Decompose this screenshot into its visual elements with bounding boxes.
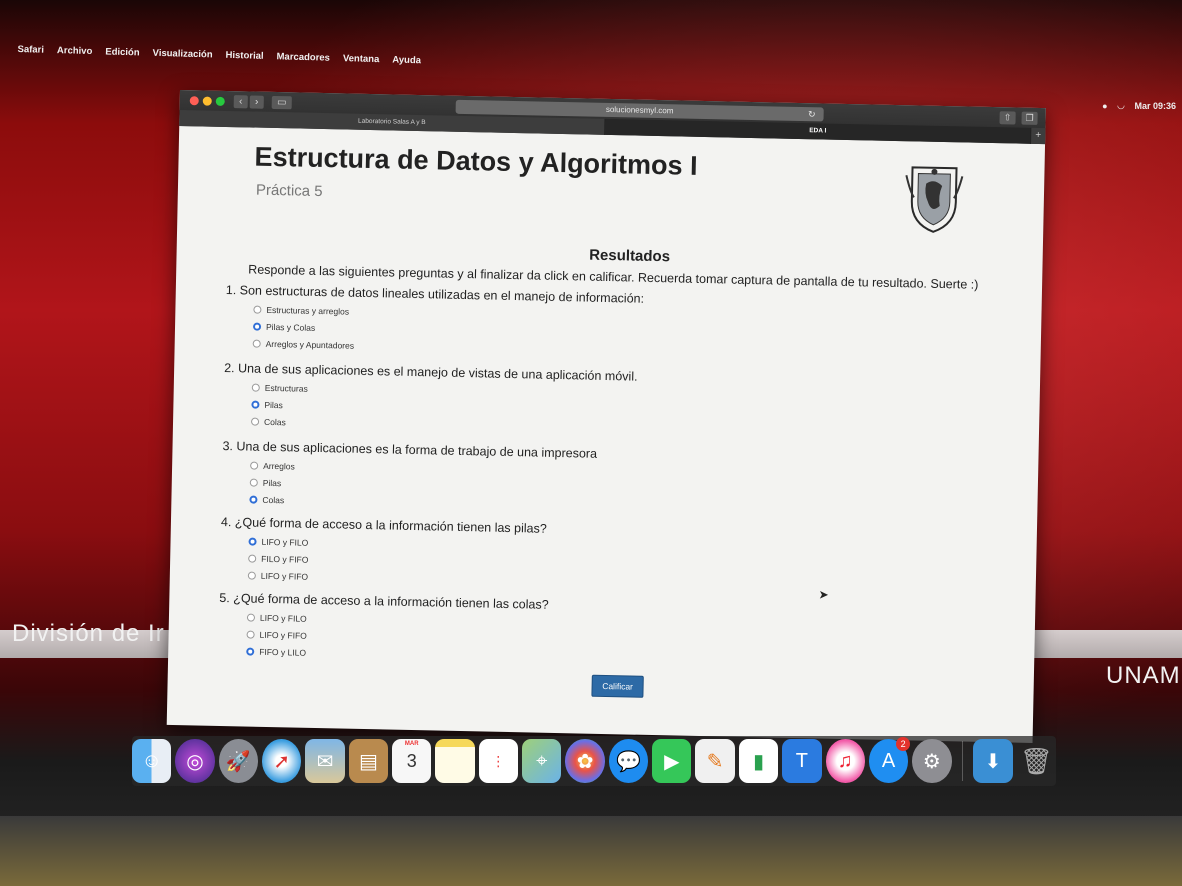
close-window-button[interactable] bbox=[189, 96, 199, 106]
new-tab-button[interactable]: + bbox=[1031, 127, 1046, 145]
option-label: LIFO y FIFO bbox=[260, 570, 309, 582]
option-label: Colas bbox=[263, 416, 286, 427]
radio-button-checked[interactable] bbox=[251, 400, 260, 409]
finder-icon[interactable]: ☺ bbox=[132, 739, 172, 783]
reload-icon[interactable]: ↻ bbox=[808, 107, 816, 121]
notes-icon[interactable] bbox=[435, 739, 475, 783]
contacts-icon[interactable]: ▤ bbox=[348, 739, 389, 783]
numbers-icon[interactable]: ▮ bbox=[738, 739, 779, 783]
option-label: Arreglos bbox=[263, 460, 295, 471]
photos-icon[interactable]: ✿ bbox=[565, 739, 605, 783]
menu-ventana[interactable]: Ventana bbox=[343, 53, 380, 65]
option-label: Pilas y Colas bbox=[265, 321, 316, 333]
option-label: LIFO y FIFO bbox=[259, 629, 307, 641]
share-button[interactable]: ⇧ bbox=[999, 111, 1016, 125]
maps-icon[interactable]: ⌖ bbox=[522, 739, 562, 783]
option-label: Estructuras y arreglos bbox=[266, 304, 350, 317]
reminders-icon[interactable]: ⋮ bbox=[478, 739, 519, 783]
wifi-icon[interactable]: ◡ bbox=[1118, 100, 1125, 111]
siri-icon[interactable]: ◎ bbox=[175, 739, 215, 783]
notification-badge: 2 bbox=[896, 737, 911, 751]
back-button[interactable]: ‹ bbox=[233, 95, 248, 109]
radio-button[interactable] bbox=[251, 383, 260, 392]
url-text: solucionesmyl.com bbox=[605, 104, 674, 116]
question-2: 2. Una de sus aplicaciones es el manejo … bbox=[223, 361, 638, 438]
minimize-window-button[interactable] bbox=[202, 96, 212, 106]
radio-button[interactable] bbox=[247, 571, 256, 580]
option-label: Pilas bbox=[262, 477, 282, 488]
calendar-icon[interactable]: MAR 3 bbox=[392, 739, 432, 783]
facetime-icon[interactable]: ▶ bbox=[652, 739, 692, 783]
radio-button-checked[interactable] bbox=[248, 537, 257, 546]
option-label: Pilas bbox=[264, 399, 283, 410]
menu-visualizacion[interactable]: Visualización bbox=[152, 47, 212, 60]
question-3: 3. Una de sus aplicaciones es la forma d… bbox=[221, 439, 597, 515]
menu-historial[interactable]: Historial bbox=[225, 49, 263, 61]
wallpaper-text-division: División de Ir bbox=[12, 620, 165, 647]
radio-button[interactable] bbox=[250, 461, 259, 470]
page-title: Estructura de Datos y Algoritmos I bbox=[254, 141, 698, 181]
question-5: 5. ¿Qué forma de acceso a la información… bbox=[218, 591, 549, 666]
radio-button[interactable] bbox=[246, 630, 255, 639]
calendar-day: 3 bbox=[406, 750, 417, 771]
radio-button-checked[interactable] bbox=[252, 322, 262, 331]
chevron-right-icon: › bbox=[254, 96, 259, 108]
trash-icon[interactable]: 🗑 bbox=[1017, 739, 1056, 783]
system-preferences-icon[interactable]: ⚙ bbox=[912, 739, 952, 783]
option-label: Arreglos y Apuntadores bbox=[265, 338, 355, 351]
option-label: Colas bbox=[262, 494, 285, 505]
option-label: FILO y FIFO bbox=[261, 553, 309, 565]
radio-button-checked[interactable] bbox=[249, 495, 258, 504]
show-tabs-button[interactable]: ❐ bbox=[1021, 111, 1038, 125]
page-subtitle: Práctica 5 bbox=[255, 181, 323, 201]
dock-separator bbox=[961, 741, 964, 781]
sidebar-icon: ▭ bbox=[276, 97, 287, 109]
option-label: Estructuras bbox=[264, 382, 308, 394]
launchpad-icon[interactable]: 🚀 bbox=[218, 739, 259, 783]
unam-seal-logo bbox=[905, 166, 964, 233]
plus-icon: + bbox=[1035, 129, 1042, 142]
option-label: LIFO y FILO bbox=[259, 612, 307, 624]
clock[interactable]: Mar 09:36 bbox=[1134, 101, 1176, 111]
menu-bar-status: ● ◡ Mar 09:36 bbox=[1102, 100, 1176, 111]
app-store-icon[interactable]: A 2 bbox=[868, 737, 911, 783]
tabs-icon: ❐ bbox=[1025, 112, 1034, 123]
question-1: 1. Son estructuras de datos lineales uti… bbox=[225, 283, 645, 360]
calendar-month: MAR bbox=[404, 741, 419, 747]
downloads-folder-icon[interactable]: ⬇ bbox=[973, 739, 1013, 783]
option-label: LIFO y FILO bbox=[261, 536, 309, 548]
share-icon: ⇧ bbox=[1003, 112, 1012, 123]
tab-eda[interactable]: EDA I bbox=[605, 118, 1032, 144]
option-label: FIFO y LILO bbox=[259, 646, 307, 658]
mouse-cursor-icon: ➤ bbox=[818, 587, 829, 602]
calificar-button[interactable]: Calificar bbox=[591, 674, 644, 698]
keynote-podium-icon[interactable]: T bbox=[782, 739, 822, 783]
dock: ☺ ◎ 🚀 ➚ ✉ ▤ MAR 3 ⋮ ⌖ ✿ 💬 ▶ ✎ ▮ T ♫ A 2 … bbox=[132, 736, 1056, 786]
radio-button[interactable] bbox=[249, 478, 258, 487]
menu-archivo[interactable]: Archivo bbox=[57, 45, 93, 57]
radio-button[interactable] bbox=[252, 339, 261, 348]
messages-icon[interactable]: 💬 bbox=[608, 739, 649, 783]
safari-icon[interactable]: ➚ bbox=[262, 739, 302, 783]
mail-icon[interactable]: ✉ bbox=[305, 739, 345, 783]
radio-button[interactable] bbox=[253, 305, 262, 314]
question-4: 4. ¿Qué forma de acceso a la información… bbox=[220, 515, 547, 590]
menu-safari[interactable]: Safari bbox=[17, 43, 44, 55]
menu-ayuda[interactable]: Ayuda bbox=[392, 54, 421, 66]
radio-button[interactable] bbox=[250, 417, 260, 426]
menu-edicion[interactable]: Edición bbox=[105, 46, 140, 58]
safari-window: ‹ › ▭ solucionesmyl.com ↻ ⇧ ❐ Laboratori… bbox=[166, 90, 1046, 743]
radio-button[interactable] bbox=[248, 554, 257, 563]
radio-button[interactable] bbox=[246, 613, 256, 622]
maximize-window-button[interactable] bbox=[215, 96, 225, 106]
itunes-icon[interactable]: ♫ bbox=[825, 739, 865, 783]
chevron-left-icon: ‹ bbox=[238, 96, 243, 108]
menu-marcadores[interactable]: Marcadores bbox=[276, 51, 330, 63]
keynote-icon[interactable]: ✎ bbox=[695, 739, 735, 783]
siri-status-icon[interactable]: ● bbox=[1102, 101, 1107, 111]
radio-button-checked[interactable] bbox=[246, 647, 255, 656]
sidebar-toggle-button[interactable]: ▭ bbox=[271, 95, 292, 110]
forward-button[interactable]: › bbox=[249, 95, 264, 109]
wallpaper-text-unam: UNAM bbox=[1106, 662, 1181, 689]
